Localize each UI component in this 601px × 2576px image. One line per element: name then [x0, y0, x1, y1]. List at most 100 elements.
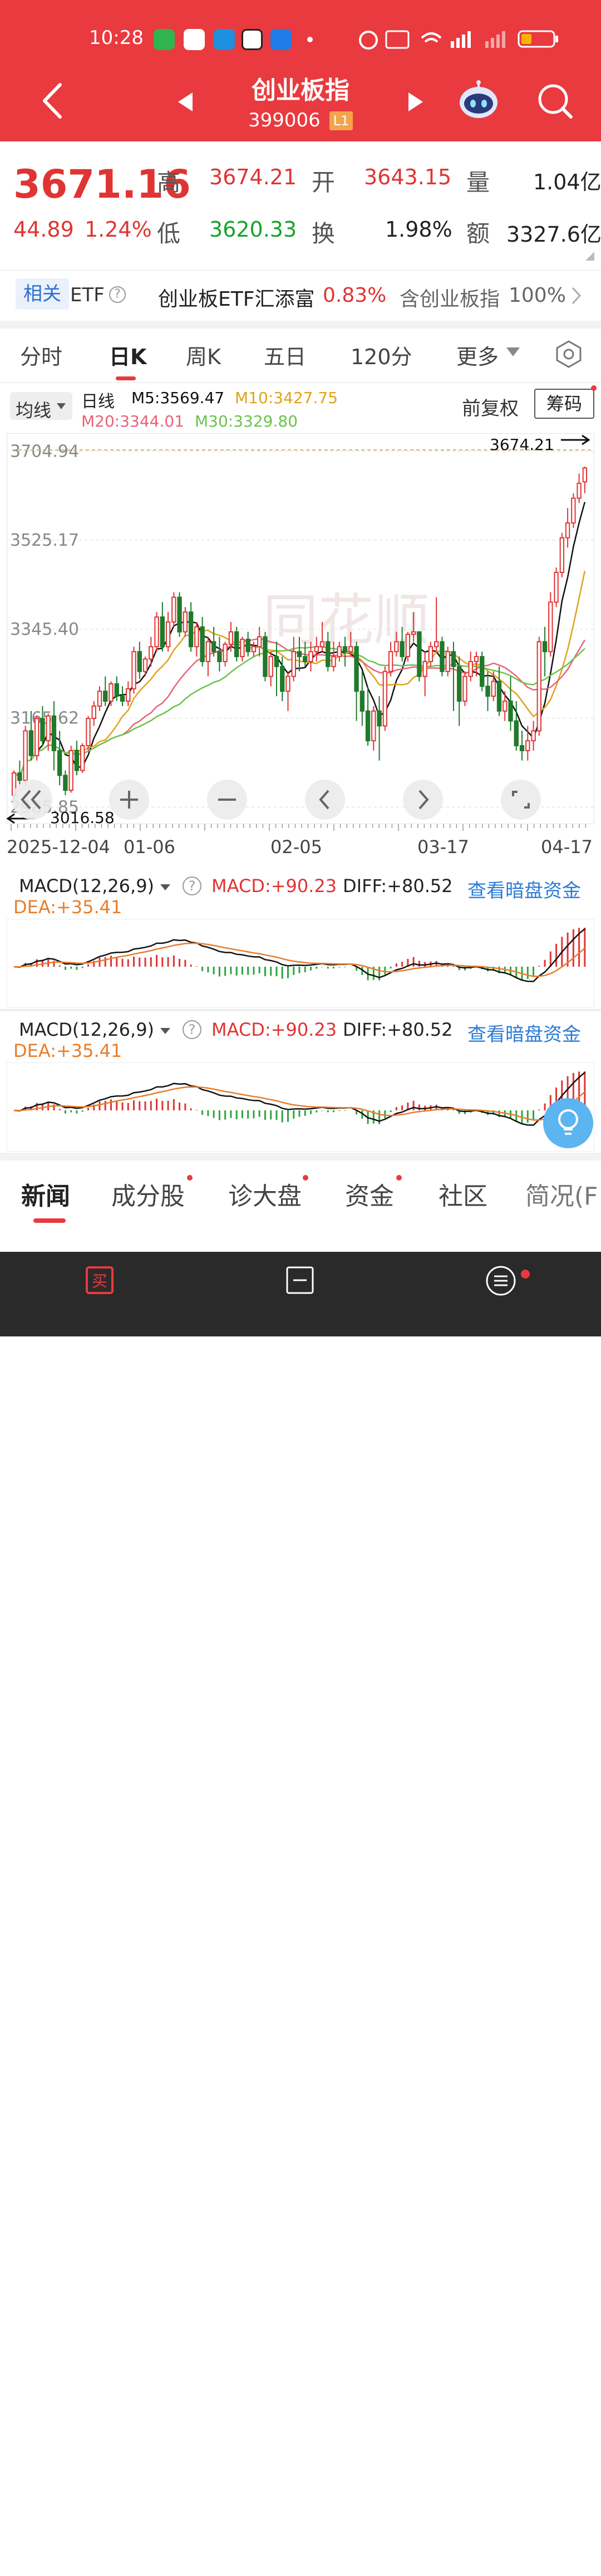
candle-body	[28, 730, 34, 756]
volume-value: 1.04亿	[533, 170, 601, 194]
buy-index-button[interactable]: 买 买指数	[45, 1252, 156, 2575]
x-label-jan: 01-06	[124, 836, 175, 858]
tab-diagnose[interactable]: 诊大盘	[228, 1176, 302, 1212]
candle-body	[474, 656, 479, 663]
diff-line	[14, 928, 585, 982]
amount-label: 额	[466, 220, 490, 247]
ma10-value: M10:3427.75	[235, 389, 338, 407]
candle-body	[354, 646, 359, 692]
chevron-right-icon	[418, 790, 429, 810]
candle-body	[68, 750, 73, 791]
x-label-feb: 02-05	[270, 836, 322, 858]
page-title: 创业板指	[252, 76, 349, 105]
dea-value: DEA:+35.41	[13, 1040, 122, 1061]
candle-body	[177, 596, 182, 633]
tips-float-button[interactable]	[543, 1098, 593, 1148]
candle-body	[382, 670, 388, 727]
etf-name: 创业板ETF汇添富	[158, 288, 315, 311]
notify-dot	[591, 385, 597, 391]
tab-more[interactable]: 更多	[456, 340, 499, 370]
fullscreen-icon	[512, 791, 530, 809]
candle-body	[40, 718, 45, 742]
watermark: 同花顺	[263, 587, 430, 653]
candle-body	[171, 596, 176, 623]
tab-fenshi[interactable]: 分时	[20, 340, 62, 370]
candle-body	[417, 631, 422, 677]
candle-body	[503, 701, 508, 712]
fullscreen-button[interactable]	[501, 780, 541, 820]
candle-body	[319, 641, 325, 648]
candle-body	[188, 611, 194, 648]
macd-chart	[7, 1062, 594, 1152]
help-icon[interactable]: ?	[183, 876, 201, 895]
price-change: 44.89	[13, 217, 74, 242]
macd-value: MACD:+90.23	[211, 1019, 337, 1040]
settings-hex-icon[interactable]	[554, 340, 583, 369]
status-right-icons	[359, 30, 558, 50]
section-gap	[0, 1153, 601, 1160]
chouma-button[interactable]: 筹码	[534, 389, 594, 419]
candle-body	[400, 641, 405, 658]
scroll-left-button[interactable]	[305, 780, 345, 820]
candle-body	[274, 656, 279, 667]
expand-corner-icon[interactable]	[584, 252, 595, 262]
tab-funds[interactable]: 资金	[345, 1176, 394, 1212]
period-label: 日线	[81, 392, 115, 412]
candle-body	[326, 641, 331, 667]
candle-body	[491, 680, 496, 697]
candle-body	[571, 497, 576, 524]
low-label: 低	[157, 220, 181, 247]
candle-body	[149, 646, 154, 660]
header-bar: 10:28 创业板指 399006 L1	[0, 0, 601, 141]
high-marker-label: 3674.21	[490, 435, 554, 454]
candle-body	[103, 690, 108, 702]
kline-chart[interactable]: 同花顺 3704.943525.173345.403165.622985.85 …	[7, 433, 594, 824]
tab-rik[interactable]: 日K	[109, 340, 146, 370]
caret-down-icon[interactable]	[160, 884, 170, 891]
macd-panel-2[interactable]: MACD(12,26,9) ? MACD:+90.23 DIFF:+80.52 …	[7, 1012, 594, 1152]
tab-120fen[interactable]: 120分	[351, 340, 412, 370]
candle-body	[411, 631, 416, 635]
x-label-apr: 04-17	[541, 836, 593, 858]
robot-assistant-icon[interactable]	[457, 80, 500, 121]
bottom-nav: 买 买指数 删自选 功能	[0, 1252, 601, 2575]
remove-watchlist-button[interactable]: 删自选	[245, 1252, 356, 2575]
zoom-in-button[interactable]	[109, 780, 149, 820]
caret-down-icon	[506, 347, 520, 356]
dark-pool-link[interactable]: 查看暗盘资金	[467, 875, 581, 903]
caret-down-icon[interactable]	[160, 1028, 170, 1035]
macd-panel-1[interactable]: MACD(12,26,9) ? MACD:+90.23 DIFF:+80.52 …	[7, 869, 594, 1008]
next-stock-icon[interactable]	[407, 91, 424, 112]
candle-body	[268, 656, 273, 677]
candle-body	[525, 740, 530, 752]
candle-body	[554, 572, 559, 603]
tab-components[interactable]: 成分股	[111, 1176, 185, 1212]
radar-app-icon	[214, 29, 235, 50]
tab-news[interactable]: 新闻	[21, 1176, 70, 1212]
minus-box-icon	[286, 1266, 314, 1294]
notify-dot	[396, 1175, 402, 1181]
etf-contains-pct: 100%	[509, 284, 566, 307]
related-etf-bar[interactable]: 相关 ETF ? 创业板ETF汇添富 0.83% 含创业板指 100%	[0, 271, 601, 321]
tab-wuri[interactable]: 五日	[264, 340, 306, 370]
volume-label: 量	[466, 169, 490, 196]
collapse-left-button[interactable]	[12, 780, 52, 820]
candle-body	[342, 646, 348, 653]
scroll-right-button[interactable]	[403, 780, 443, 820]
diff-value: DIFF:+80.52	[343, 875, 453, 897]
high-value: 3674.21	[209, 165, 297, 189]
help-icon[interactable]: ?	[183, 1020, 201, 1039]
candle-body	[280, 665, 285, 692]
fuquan-button[interactable]: 前复权	[462, 393, 519, 420]
dark-pool-link[interactable]: 查看暗盘资金	[467, 1019, 581, 1046]
tab-community[interactable]: 社区	[439, 1176, 487, 1212]
turnover-label: 换	[312, 220, 336, 247]
caret-down-icon	[57, 403, 66, 409]
tab-zhouk[interactable]: 周K	[186, 340, 221, 370]
help-icon[interactable]: ?	[109, 286, 126, 303]
zoom-out-button[interactable]	[207, 780, 247, 820]
search-icon[interactable]	[536, 82, 573, 119]
function-button[interactable]: 功能	[445, 1252, 556, 2575]
tab-overview[interactable]: 简况(F	[525, 1176, 598, 1212]
ma-select[interactable]: 均线	[10, 392, 72, 421]
